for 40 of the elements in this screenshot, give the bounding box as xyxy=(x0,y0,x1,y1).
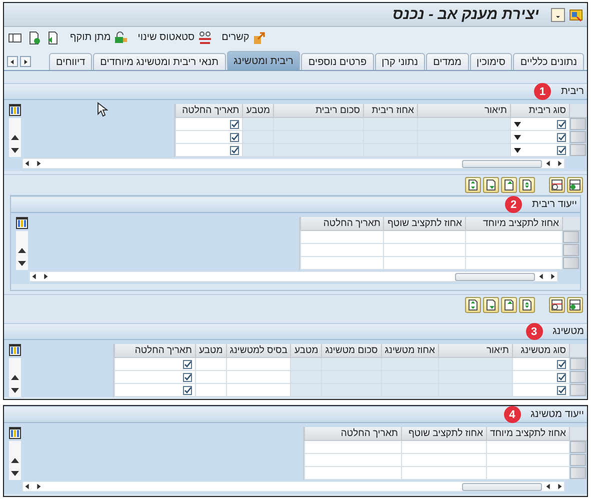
column-header[interactable]: אחוז מטשינג xyxy=(380,344,438,358)
column-header[interactable]: סכום ריבית xyxy=(273,104,363,118)
column-header[interactable]: תיאור xyxy=(417,104,510,118)
step-badge: 4 xyxy=(504,406,521,423)
column-header[interactable]: תאריך החלטה xyxy=(304,427,402,441)
column-header[interactable]: תאריך החלטה xyxy=(175,104,242,118)
column-header[interactable]: אחוז לתקציב שוטף xyxy=(401,427,486,441)
step-badge: 2 xyxy=(505,196,522,213)
step-badge: 1 xyxy=(534,83,551,100)
column-header[interactable]: סוג מטשינג xyxy=(512,344,569,358)
tab[interactable]: פרטים נוספים xyxy=(301,53,374,70)
column-header[interactable]: אחוז ריבית xyxy=(363,104,417,118)
tab[interactable]: דיווחים xyxy=(49,53,92,70)
section-title: מטשינג xyxy=(552,326,584,337)
column-header[interactable]: תאריך החלטה xyxy=(114,344,195,358)
toolbar-button[interactable]: מתן תוקף xyxy=(70,30,128,44)
column-header[interactable]: מטבע xyxy=(290,344,322,358)
column-header[interactable]: בסיס למטשינג xyxy=(226,344,290,358)
step-badge: 3 xyxy=(526,323,543,340)
tab[interactable]: ריבית ומטשינג xyxy=(226,51,300,70)
tab[interactable]: נתונים כלליים xyxy=(513,53,584,70)
column-header[interactable]: אחוז לתקציב מיוחד xyxy=(465,217,562,231)
column-header[interactable]: אחוז לתקציב שוטף xyxy=(383,217,465,231)
column-header[interactable]: סוג ריבית xyxy=(510,104,569,118)
section-title: ריבית xyxy=(560,86,584,97)
column-header[interactable]: סכום מטשינג xyxy=(321,344,381,358)
tab[interactable]: ממדים xyxy=(426,53,469,70)
section-title: ייעוד ריבית xyxy=(532,199,577,210)
section-title: ייעוד מטשינג xyxy=(530,409,584,420)
tab[interactable]: סימוכין xyxy=(470,53,512,70)
toolbar-button[interactable]: סטאטוס שינוי xyxy=(138,30,212,44)
toolbar-button[interactable]: קשרים xyxy=(222,30,266,44)
window-title: יצירת מענק אב - נכנס xyxy=(392,6,539,23)
column-header[interactable]: מטבע xyxy=(194,344,226,358)
column-header[interactable]: תיאור xyxy=(438,344,512,358)
tab[interactable]: תנאי ריבית ומטשינג מיוחדים xyxy=(93,53,226,70)
column-header[interactable]: מטבע xyxy=(242,104,273,118)
column-header[interactable]: תאריך החלטה xyxy=(300,217,384,231)
tab[interactable]: נתוני קרן xyxy=(374,53,426,70)
column-header[interactable]: אחוז לתקציב מיוחד xyxy=(486,427,569,441)
